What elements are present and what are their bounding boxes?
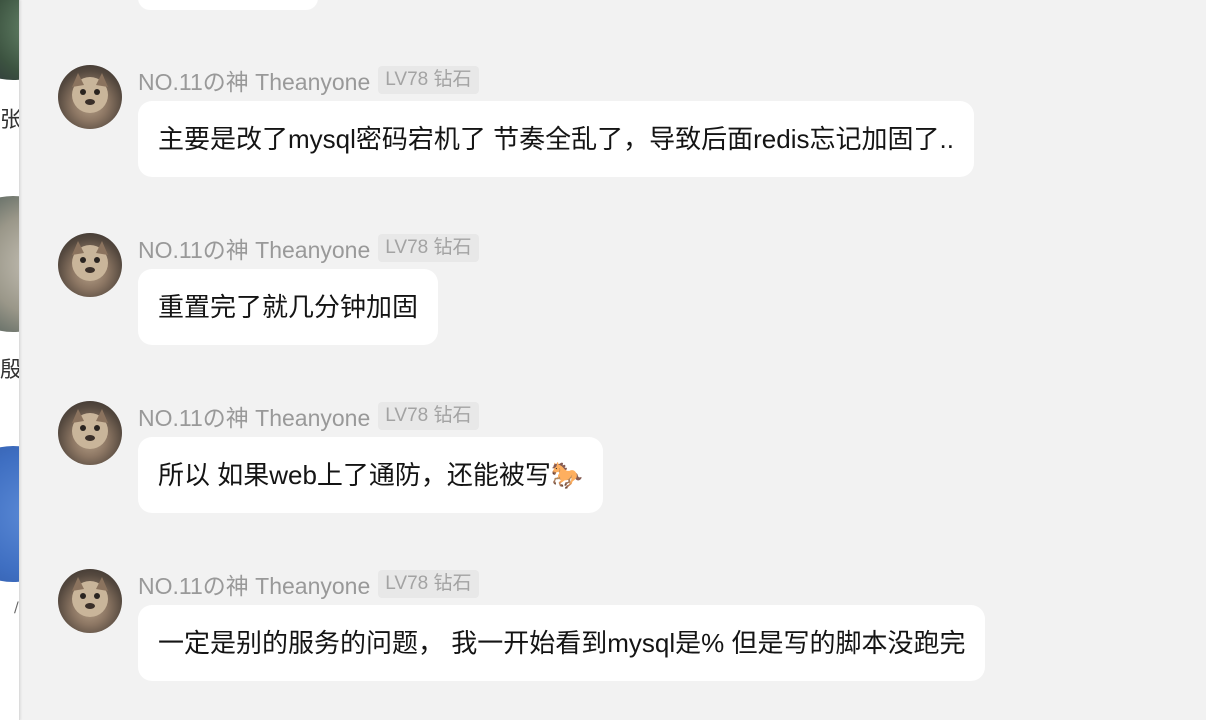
sender-avatar[interactable] bbox=[58, 233, 122, 297]
sender-nickname[interactable]: NO.11の神 Theanyone bbox=[138, 231, 370, 265]
level-badge: LV78 钻石 bbox=[378, 234, 479, 262]
sender-avatar[interactable] bbox=[58, 401, 122, 465]
sender-avatar[interactable] bbox=[58, 569, 122, 633]
level-badge: LV78 钻石 bbox=[378, 66, 479, 94]
message-bubble[interactable]: 所以 如果web上了通防，还能被写🐎 bbox=[138, 437, 604, 513]
level-badge: LV78 钻石 bbox=[378, 402, 479, 430]
contact-avatar[interactable] bbox=[0, 0, 19, 80]
sender-avatar[interactable] bbox=[58, 65, 122, 129]
contact-avatar[interactable] bbox=[0, 446, 19, 582]
contact-sidebar: 张! 殷! / bbox=[0, 0, 20, 720]
contact-avatar[interactable] bbox=[0, 196, 19, 332]
contact-name[interactable]: / bbox=[14, 600, 19, 616]
message-bubble[interactable]: 一定是别的服务的问题， 我一开始看到mysql是% 但是写的脚本没跑完 bbox=[138, 605, 986, 681]
previous-message-bubble bbox=[138, 0, 318, 10]
message-bubble[interactable]: 重置完了就几分钟加固 bbox=[138, 269, 439, 345]
sender-nickname[interactable]: NO.11の神 Theanyone bbox=[138, 567, 370, 601]
sender-nickname[interactable]: NO.11の神 Theanyone bbox=[138, 399, 370, 433]
contact-name[interactable]: 张! bbox=[0, 102, 19, 134]
level-badge: LV78 钻石 bbox=[378, 570, 479, 598]
contact-name[interactable]: 殷! bbox=[0, 352, 19, 384]
message-bubble[interactable]: 主要是改了mysql密码宕机了 节奏全乱了，导致后面redis忘记加固了.. bbox=[138, 101, 974, 177]
sender-nickname[interactable]: NO.11の神 Theanyone bbox=[138, 63, 370, 97]
